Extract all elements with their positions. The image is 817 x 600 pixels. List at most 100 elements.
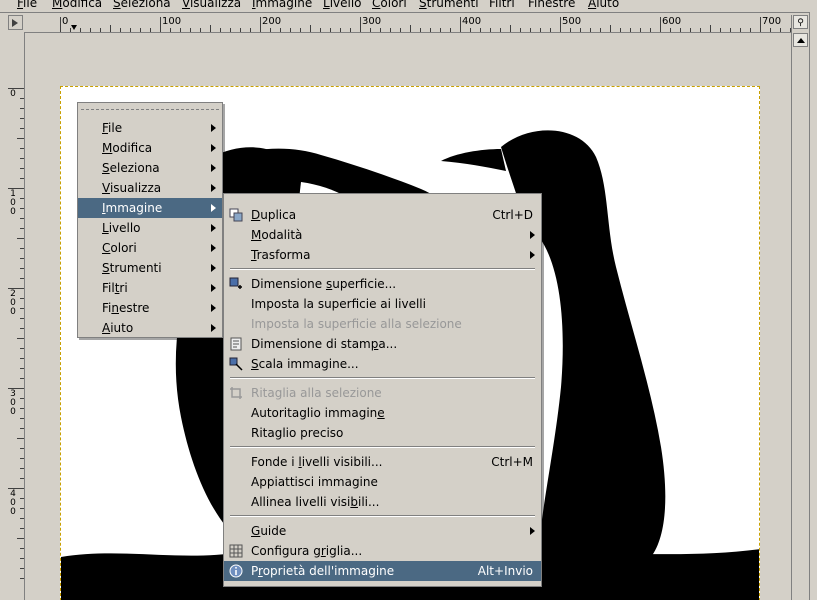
- ruler-minor-tick: [20, 518, 24, 519]
- ruler-minor-tick: [20, 268, 24, 269]
- menu-item-proprietà-dell-immagine[interactable]: Proprietà dell'immagine Alt+Invio: [224, 561, 541, 581]
- ruler-minor-tick: [20, 308, 24, 309]
- vertical-ruler[interactable]: 0 100 200 300 400: [8, 32, 25, 600]
- vertical-scrollbar[interactable]: ⚲: [791, 15, 810, 600]
- scroll-up-button[interactable]: [793, 33, 808, 47]
- menubar-colori[interactable]: Colori: [372, 0, 407, 11]
- ruler-minor-tick: [580, 28, 581, 32]
- ruler-minor-tick: [20, 248, 24, 249]
- menu-item-filtri[interactable]: Filtri: [78, 278, 222, 298]
- ruler-minor-tick: [430, 28, 431, 32]
- play-icon: [12, 19, 18, 27]
- menu-item-finestre[interactable]: Finestre: [78, 298, 222, 318]
- ruler-minor-tick: [480, 28, 481, 32]
- menu-item-strumenti[interactable]: Strumenti: [78, 258, 222, 278]
- ruler-minor-tick: [330, 28, 331, 32]
- ruler-minor-tick: [570, 28, 571, 32]
- menu-item-autoritaglio-immagine[interactable]: Autoritaglio immagine: [224, 403, 541, 423]
- horizontal-ruler[interactable]: 0 100 200 300 400 500 600 700: [24, 15, 791, 33]
- ruler-label: 400: [462, 16, 482, 27]
- menu-item-duplica[interactable]: Duplica Ctrl+D: [224, 205, 541, 225]
- menu-item-appiattisci-immagine[interactable]: Appiattisci immagine: [224, 472, 541, 492]
- menu-item-livello[interactable]: Livello: [78, 218, 222, 238]
- menu-item-modalità[interactable]: Modalità: [224, 225, 541, 245]
- ruler-minor-tick: [710, 25, 711, 32]
- menubar-file[interactable]: File: [17, 0, 37, 11]
- ruler-minor-tick: [17, 338, 24, 339]
- ruler-corner-button[interactable]: [8, 15, 23, 30]
- ruler-minor-tick: [20, 318, 24, 319]
- grid-icon: [229, 544, 243, 558]
- ruler-minor-tick: [20, 358, 24, 359]
- menu-item-label: Strumenti: [102, 261, 162, 275]
- accelerator-label: Alt+Invio: [477, 564, 533, 578]
- menu-item-imposta-la-superficie-ai-livelli[interactable]: Imposta la superficie ai livelli: [224, 294, 541, 314]
- menu-item-label: File: [102, 121, 123, 135]
- submenu-arrow-icon: [530, 251, 535, 259]
- ruler-major-tick: [560, 17, 561, 32]
- menu-item-aiuto[interactable]: Aiuto: [78, 318, 222, 338]
- menu-item-ritaglio-preciso[interactable]: Ritaglio preciso: [224, 423, 541, 443]
- menubar-immagine[interactable]: Immagine: [252, 0, 312, 11]
- ruler-minor-tick: [380, 28, 381, 32]
- menu-item-label: Imposta la superficie alla selezione: [251, 317, 462, 331]
- ruler-minor-tick: [410, 25, 411, 32]
- ruler-minor-tick: [20, 108, 24, 109]
- ruler-minor-tick: [20, 458, 24, 459]
- ruler-minor-tick: [470, 28, 471, 32]
- ruler-minor-tick: [670, 28, 671, 32]
- menubar-visualizza[interactable]: Visualizza: [182, 0, 241, 11]
- menu-item-dimensione-di-stampa[interactable]: Dimensione di stampa...: [224, 334, 541, 354]
- canvas-size-icon: [229, 277, 243, 291]
- ruler-minor-tick: [20, 278, 24, 279]
- accelerator-label: Ctrl+D: [492, 208, 533, 222]
- zoom-icon[interactable]: ⚲: [793, 15, 808, 29]
- menu-item-immagine[interactable]: Immagine: [78, 198, 222, 218]
- menu-item-allinea-livelli-visibili[interactable]: Allinea livelli visibili...: [224, 492, 541, 512]
- scale-icon: [229, 357, 243, 371]
- menu-item-fonde-i-livelli-visibili[interactable]: Fonde i livelli visibili... Ctrl+M: [224, 452, 541, 472]
- immagine-submenu: Duplica Ctrl+D Modalità Trasforma Dimensione…: [223, 193, 542, 587]
- ruler-minor-tick: [20, 198, 24, 199]
- menubar-aiuto[interactable]: Aiuto: [588, 0, 619, 11]
- ruler-minor-tick: [400, 28, 401, 32]
- ruler-label: 0: [10, 89, 16, 99]
- menu-separator: [230, 515, 535, 517]
- menu-item-visualizza[interactable]: Visualizza: [78, 178, 222, 198]
- ruler-minor-tick: [20, 468, 24, 469]
- menubar-finestre[interactable]: Finestre: [528, 0, 575, 11]
- menu-item-label: Scala immagine...: [251, 357, 359, 371]
- print-size-icon: [229, 337, 243, 351]
- menubar-livello[interactable]: Livello: [323, 0, 362, 11]
- ruler-minor-tick: [280, 28, 281, 32]
- menu-item-label: Configura griglia...: [251, 544, 363, 558]
- tearoff-line[interactable]: [81, 109, 219, 114]
- menu-separator: [230, 377, 535, 379]
- menu-item-scala-immagine[interactable]: Scala immagine...: [224, 354, 541, 374]
- menu-item-dimensione-superficie[interactable]: Dimensione superficie...: [224, 274, 541, 294]
- menubar-seleziona[interactable]: Seleziona: [113, 0, 171, 11]
- ruler-minor-tick: [230, 28, 231, 32]
- menu-item-label: Proprietà dell'immagine: [251, 564, 395, 578]
- menu-item-guide[interactable]: Guide: [224, 521, 541, 541]
- menu-item-seleziona[interactable]: Seleziona: [78, 158, 222, 178]
- ruler-minor-tick: [350, 28, 351, 32]
- menubar-filtri[interactable]: Filtri: [489, 0, 515, 11]
- ruler-major-tick: [660, 17, 661, 32]
- menubar-strumenti[interactable]: Strumenti: [419, 0, 479, 11]
- ruler-minor-tick: [440, 28, 441, 32]
- ruler-minor-tick: [17, 238, 24, 239]
- ruler-minor-tick: [310, 25, 311, 32]
- menu-item-trasforma[interactable]: Trasforma: [224, 245, 541, 265]
- ruler-minor-tick: [20, 348, 24, 349]
- accelerator-label: Ctrl+M: [491, 455, 533, 469]
- menu-item-modifica[interactable]: Modifica: [78, 138, 222, 158]
- ruler-minor-tick: [550, 28, 551, 32]
- ruler-major-tick: [160, 17, 161, 32]
- menubar-modifica[interactable]: Modifica: [52, 0, 102, 11]
- ruler-minor-tick: [20, 258, 24, 259]
- menu-item-file[interactable]: File: [78, 118, 222, 138]
- menu-item-configura-griglia[interactable]: Configura griglia...: [224, 541, 541, 561]
- menu-item-colori[interactable]: Colori: [78, 238, 222, 258]
- ruler-minor-tick: [20, 368, 24, 369]
